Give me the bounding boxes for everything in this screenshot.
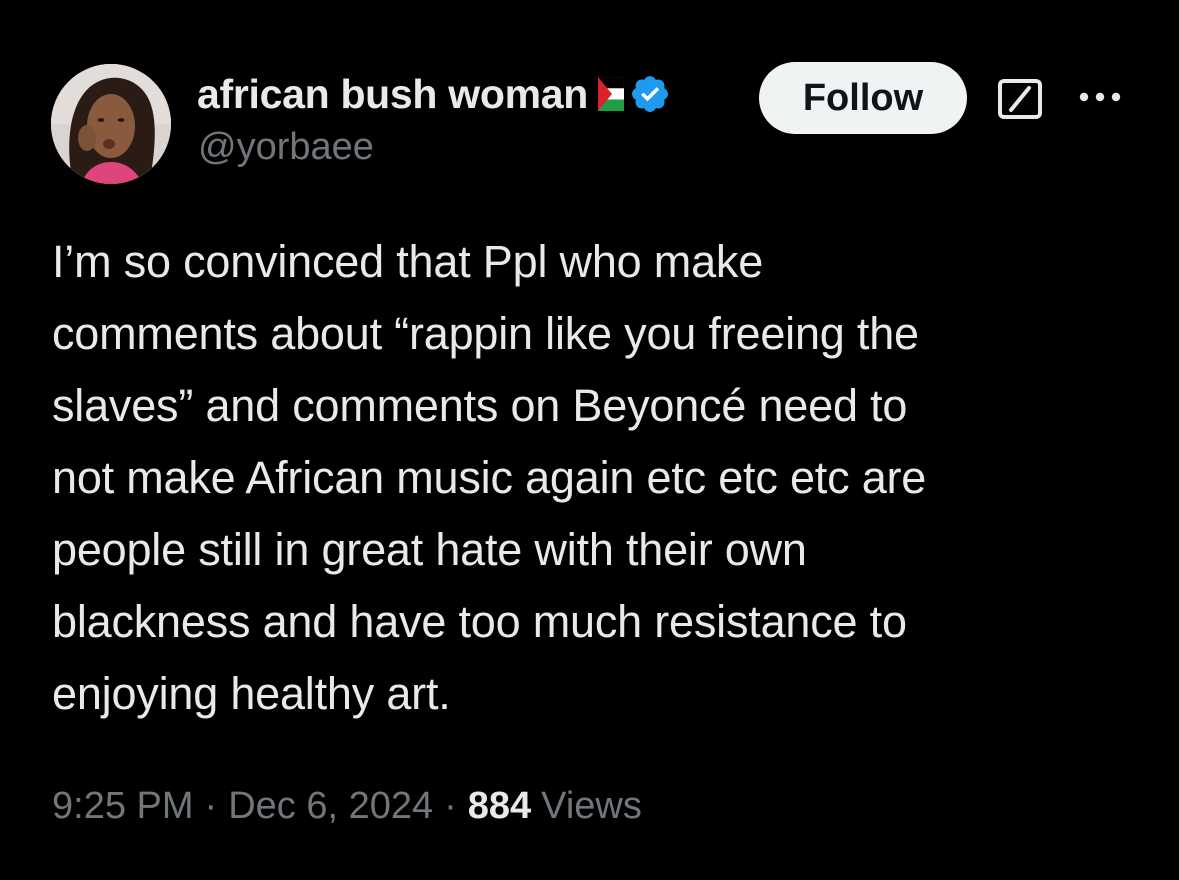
avatar-image — [51, 64, 171, 184]
tweet-text: I’m so convinced that Ppl who make comme… — [52, 236, 927, 719]
name-row: african bush woman — [197, 66, 671, 122]
views-count: 884 — [467, 784, 532, 827]
tweet-meta: 9:25 PM · Dec 6, 2024 · 884 Views — [52, 778, 642, 834]
meta-separator: · — [444, 784, 457, 827]
display-name[interactable]: african bush woman — [197, 71, 588, 118]
follow-button[interactable]: Follow — [759, 62, 967, 134]
tweet-date[interactable]: Dec 6, 2024 — [228, 785, 433, 828]
palestine-flag-icon — [597, 76, 625, 111]
meta-separator: · — [204, 784, 218, 827]
tweet-time[interactable]: 9:25 PM — [52, 785, 194, 828]
tweet-card: african bush woman @yorbaee Follow I’m s… — [0, 0, 1179, 880]
user-handle[interactable]: @yorbaee — [198, 126, 374, 169]
grok-icon[interactable] — [997, 78, 1043, 120]
views-label: Views — [541, 784, 642, 827]
verified-badge-icon[interactable] — [629, 73, 671, 115]
more-options-icon[interactable] — [1076, 86, 1124, 108]
avatar[interactable] — [51, 64, 171, 184]
